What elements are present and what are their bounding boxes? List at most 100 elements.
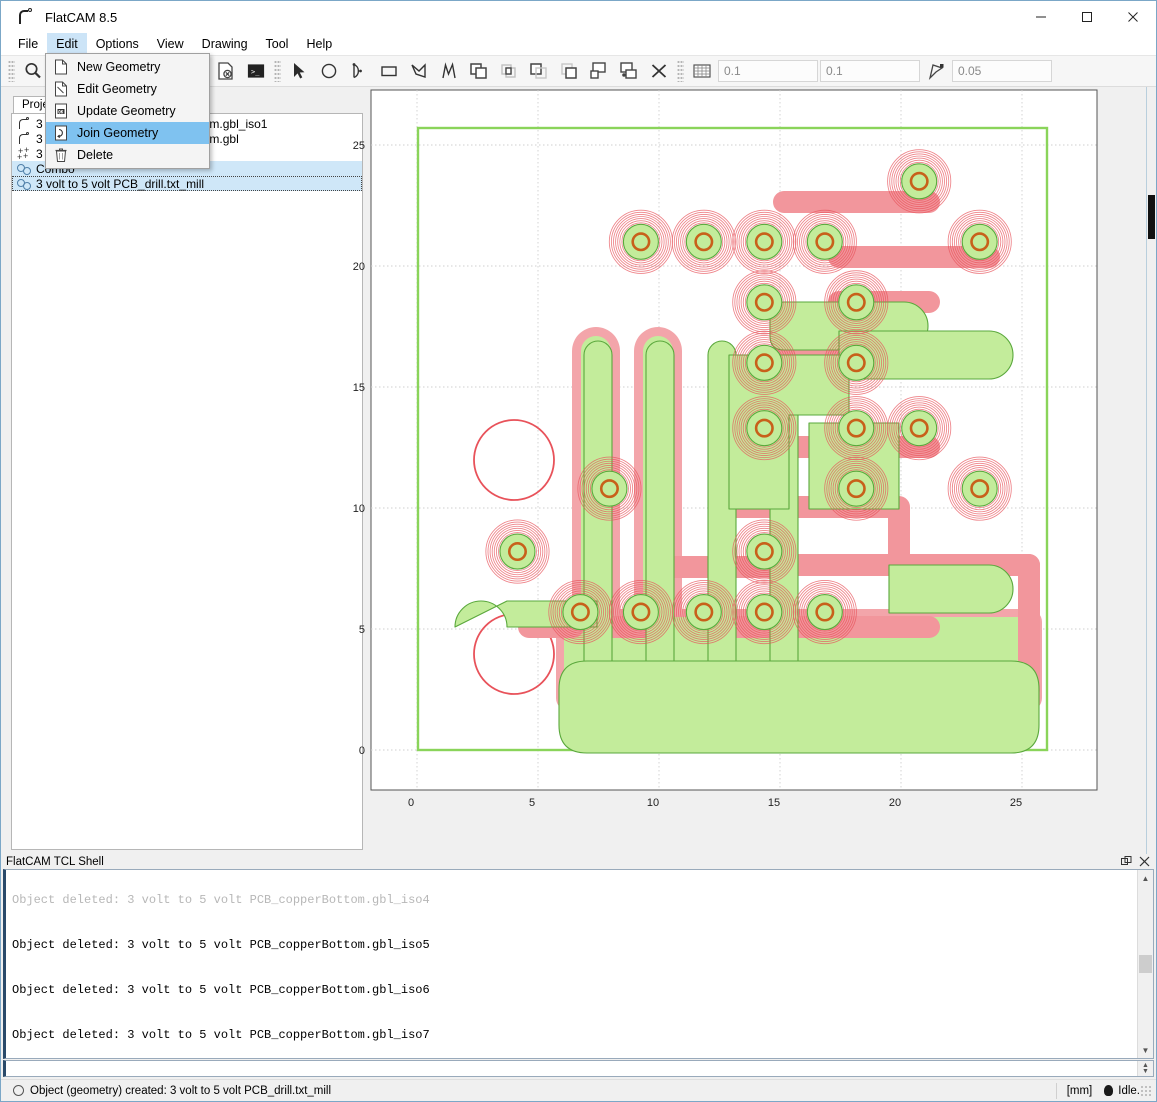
tcl-shell-text: Object deleted: 3 volt to 5 volt PCB_cop… bbox=[6, 870, 1137, 1051]
flatcam-logo-icon bbox=[15, 7, 37, 27]
grid-x-input[interactable]: 0.1 bbox=[718, 60, 818, 82]
excellon-icon: + + + + bbox=[17, 144, 30, 162]
tcl-shell-panel: FlatCAM TCL Shell Object deleted: 3 volt… bbox=[1, 854, 1156, 1079]
draw-rectangle-icon[interactable] bbox=[374, 57, 404, 85]
draw-arc-icon[interactable] bbox=[344, 57, 374, 85]
tcl-shell-input[interactable]: ▲ ▼ bbox=[3, 1060, 1154, 1077]
menu-edit[interactable]: Edit bbox=[47, 33, 87, 55]
intersection-icon[interactable] bbox=[494, 57, 524, 85]
toolbar-grip-4[interactable] bbox=[677, 60, 684, 82]
copper-pad bbox=[838, 344, 875, 381]
svg-text:15: 15 bbox=[768, 797, 780, 809]
copper-pad bbox=[806, 594, 843, 631]
scroll-down-icon[interactable]: ▼ bbox=[1139, 1043, 1153, 1057]
menu-drawing[interactable]: Drawing bbox=[193, 33, 257, 55]
copper-pad bbox=[746, 410, 783, 447]
menu-view[interactable]: View bbox=[148, 33, 193, 55]
delete-shape-icon[interactable] bbox=[644, 57, 674, 85]
snap-corner-icon[interactable] bbox=[921, 57, 951, 85]
project-tree[interactable]: 3 volt to 5 volt PCB_copperBottom.gbl_is… bbox=[11, 113, 363, 850]
menu-item-label: Edit Geometry bbox=[77, 82, 157, 96]
edit-menu-dropdown[interactable]: New Geometry Edit Geometry OK Update Geo… bbox=[45, 53, 210, 169]
subtract-icon[interactable] bbox=[524, 57, 554, 85]
close-button[interactable] bbox=[1110, 1, 1156, 33]
gerber-icon bbox=[16, 116, 33, 131]
shell-line: Object deleted: 3 volt to 5 volt PCB_cop… bbox=[12, 983, 430, 997]
close-project-icon[interactable] bbox=[211, 57, 241, 85]
window-controls bbox=[1018, 1, 1156, 33]
flatcam-window: FlatCAM 8.5 File Edit Options View Drawi… bbox=[0, 0, 1157, 1102]
svg-text:10: 10 bbox=[353, 503, 365, 515]
plot-scrollbar[interactable] bbox=[1146, 87, 1156, 854]
copper-pad bbox=[838, 284, 875, 321]
copper-pad bbox=[746, 344, 783, 381]
svg-text:10: 10 bbox=[647, 797, 659, 809]
copper-pad bbox=[961, 470, 998, 507]
toolbar-grip-3[interactable] bbox=[274, 60, 281, 82]
menu-bar: File Edit Options View Drawing Tool Help bbox=[1, 33, 1156, 55]
menu-options[interactable]: Options bbox=[87, 33, 148, 55]
status-bulb-icon bbox=[1104, 1085, 1114, 1096]
grid-y-input[interactable]: 0.1 bbox=[820, 60, 920, 82]
float-icon[interactable] bbox=[1120, 856, 1132, 868]
minimize-button[interactable] bbox=[1018, 1, 1064, 33]
menu-item-join-geometry[interactable]: Join Geometry bbox=[46, 122, 209, 144]
plot-canvas[interactable]: 0 5 10 15 20 25 0 5 10 15 20 25 bbox=[353, 87, 1156, 854]
copy-shape-icon[interactable] bbox=[584, 57, 614, 85]
toolbar-grip[interactable] bbox=[8, 60, 15, 82]
list-item[interactable]: 3 volt to 5 volt PCB_drill.txt_mill bbox=[12, 176, 362, 191]
menu-item-update-geometry[interactable]: OK Update Geometry bbox=[46, 100, 209, 122]
grid-toggle-icon[interactable] bbox=[687, 57, 717, 85]
menu-item-label: Update Geometry bbox=[77, 104, 176, 118]
shell-line: Object deleted: 3 volt to 5 volt PCB_cop… bbox=[12, 938, 430, 952]
run-script-icon[interactable]: >_ bbox=[241, 57, 271, 85]
cutout-icon[interactable] bbox=[554, 57, 584, 85]
title-bar: FlatCAM 8.5 bbox=[1, 1, 1156, 33]
copper-pad bbox=[746, 223, 783, 260]
shell-input-spinner[interactable]: ▲ ▼ bbox=[1137, 1061, 1153, 1076]
left-panel: Project Selected Tool 3 volt to 5 volt P… bbox=[1, 87, 369, 854]
status-bar: Object (geometry) created: 3 volt to 5 v… bbox=[1, 1079, 1156, 1101]
draw-polygon-icon[interactable] bbox=[404, 57, 434, 85]
y-axis-labels: 0 5 10 15 20 25 bbox=[353, 140, 365, 757]
draw-path-icon[interactable] bbox=[434, 57, 464, 85]
status-message: Object (geometry) created: 3 volt to 5 v… bbox=[30, 1084, 332, 1097]
tcl-shell-output[interactable]: Object deleted: 3 volt to 5 volt PCB_cop… bbox=[3, 869, 1154, 1059]
copper-pad bbox=[838, 410, 875, 447]
menu-item-new-geometry[interactable]: New Geometry bbox=[46, 56, 209, 78]
shell-scrollbar-thumb[interactable] bbox=[1139, 955, 1152, 973]
copper-pad bbox=[746, 533, 783, 570]
svg-text:5: 5 bbox=[529, 797, 535, 809]
copper-pad bbox=[622, 594, 659, 631]
menu-file[interactable]: File bbox=[9, 33, 47, 55]
tcl-shell-titlebar: FlatCAM TCL Shell bbox=[1, 854, 1156, 869]
resize-grip[interactable] bbox=[1140, 1084, 1152, 1097]
snap-value-input[interactable]: 0.05 bbox=[952, 60, 1052, 82]
geometry-icon bbox=[16, 162, 33, 176]
scroll-up-icon[interactable]: ▲ bbox=[1139, 871, 1153, 885]
svg-text:20: 20 bbox=[889, 797, 901, 809]
pcb-plot[interactable]: 0 5 10 15 20 25 bbox=[369, 87, 1149, 817]
draw-circle-icon[interactable] bbox=[314, 57, 344, 85]
svg-text:20: 20 bbox=[353, 261, 365, 273]
join-document-icon bbox=[50, 124, 72, 142]
copper-pad bbox=[746, 594, 783, 631]
zoom-search-icon[interactable] bbox=[18, 57, 48, 85]
menu-item-edit-geometry[interactable]: Edit Geometry bbox=[46, 78, 209, 100]
maximize-button[interactable] bbox=[1064, 1, 1110, 33]
select-arrow-icon[interactable] bbox=[284, 57, 314, 85]
menu-item-delete[interactable]: Delete bbox=[46, 144, 209, 166]
svg-text:5: 5 bbox=[359, 624, 365, 636]
copper-pad bbox=[961, 223, 998, 260]
close-icon[interactable] bbox=[1138, 856, 1150, 868]
union-icon[interactable] bbox=[464, 57, 494, 85]
menu-help[interactable]: Help bbox=[297, 33, 341, 55]
plot-scrollbar-thumb[interactable] bbox=[1148, 195, 1155, 239]
shell-scrollbar[interactable]: ▲ ▼ bbox=[1137, 870, 1153, 1058]
svg-text:15: 15 bbox=[353, 382, 365, 394]
copper-pad bbox=[622, 223, 659, 260]
move-shape-icon[interactable] bbox=[614, 57, 644, 85]
status-divider bbox=[1055, 1082, 1057, 1099]
menu-item-label: New Geometry bbox=[77, 60, 161, 74]
menu-tool[interactable]: Tool bbox=[257, 33, 298, 55]
